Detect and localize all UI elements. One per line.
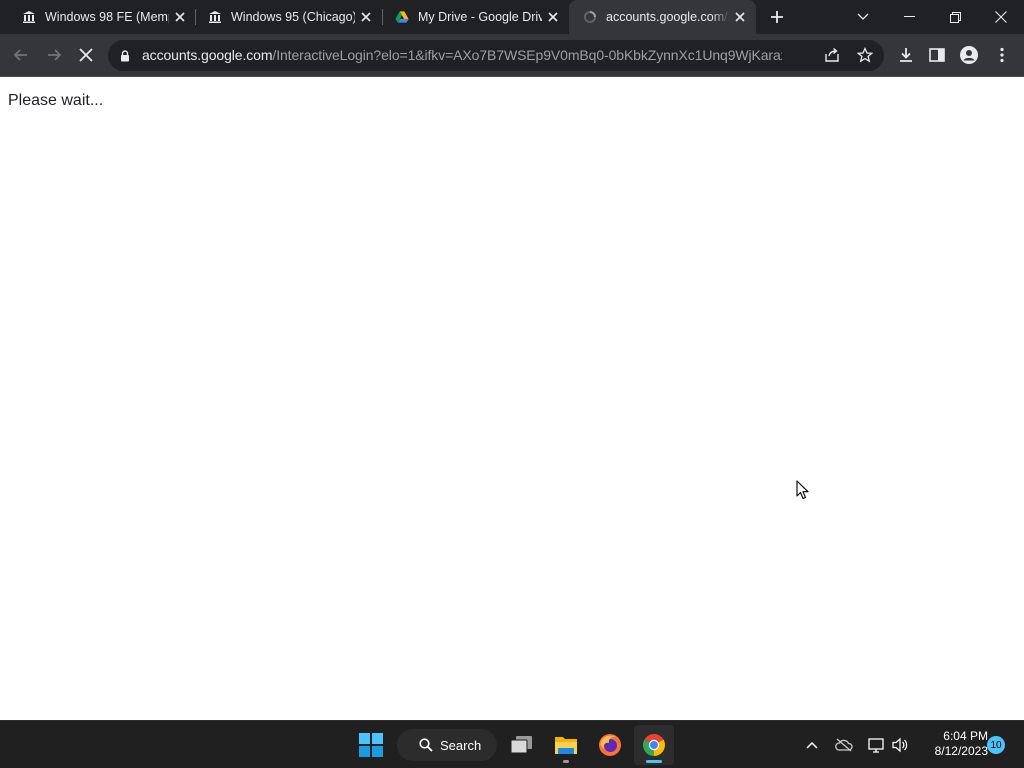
- close-tab-icon[interactable]: [732, 9, 748, 25]
- browser-toolbar: accounts.google.com/InteractiveLogin?elo…: [0, 34, 1024, 77]
- notification-badge[interactable]: 10: [987, 736, 1005, 754]
- taskbar-search[interactable]: Search: [397, 729, 497, 761]
- taskbar: Search: [0, 720, 1024, 768]
- tab-google-drive[interactable]: My Drive - Google Drive: [383, 0, 569, 34]
- minimize-button[interactable]: [886, 0, 932, 34]
- url-host: accounts.google.com: [142, 47, 273, 63]
- tab-accounts-google[interactable]: accounts.google.com/InteractiveLogin: [569, 0, 756, 34]
- minimize-icon: [903, 16, 915, 17]
- profile-button[interactable]: [956, 42, 982, 68]
- url-text: accounts.google.com/InteractiveLogin?elo…: [142, 47, 782, 63]
- back-button[interactable]: [8, 42, 34, 68]
- volume-icon[interactable]: [890, 735, 910, 755]
- windows-logo-icon: [359, 733, 383, 757]
- close-tab-icon[interactable]: [545, 9, 561, 25]
- avatar: [960, 46, 978, 64]
- mouse-cursor-icon: [796, 480, 810, 506]
- side-panel-icon: [929, 48, 945, 62]
- museum-icon: [22, 10, 36, 24]
- loading-icon: [583, 10, 597, 24]
- share-icon[interactable]: [824, 47, 840, 68]
- museum-icon: [208, 10, 222, 24]
- stop-button[interactable]: [73, 42, 99, 68]
- search-label: Search: [440, 737, 482, 753]
- firefox-icon: [599, 734, 621, 756]
- lock-icon: [120, 49, 130, 67]
- arrow-right-icon: [48, 49, 62, 61]
- close-icon: [79, 48, 93, 62]
- new-tab-button[interactable]: [764, 0, 790, 34]
- start-button[interactable]: [351, 725, 391, 765]
- side-panel-button[interactable]: [924, 42, 950, 68]
- tab-windows-95[interactable]: Windows 95 (Chicago): [196, 0, 382, 34]
- running-indicator: [563, 760, 569, 763]
- chevron-up-icon: [806, 741, 818, 749]
- forward-button[interactable]: [41, 42, 67, 68]
- close-tab-icon[interactable]: [358, 9, 374, 25]
- restore-button[interactable]: [932, 0, 978, 34]
- downloads-button[interactable]: [893, 42, 919, 68]
- folder-icon: [555, 737, 577, 754]
- tab-search-button[interactable]: [850, 0, 876, 34]
- chrome-button[interactable]: [634, 725, 674, 765]
- taskbar-clock[interactable]: 6:04 PM 8/12/2023: [916, 729, 988, 759]
- chrome-icon: [643, 734, 665, 756]
- network-icon[interactable]: [866, 735, 886, 755]
- download-icon: [900, 48, 912, 62]
- chevron-down-icon: [857, 13, 869, 20]
- tab-title: accounts.google.com/InteractiveLogin: [606, 10, 730, 24]
- close-icon: [995, 11, 1007, 23]
- tab-title: My Drive - Google Drive: [418, 10, 542, 24]
- close-window-button[interactable]: [978, 0, 1024, 34]
- clock-time: 6:04 PM: [943, 729, 988, 743]
- restore-icon: [949, 11, 961, 23]
- arrow-left-icon: [13, 49, 27, 61]
- file-explorer-button[interactable]: [546, 725, 586, 765]
- active-indicator: [646, 760, 662, 763]
- tab-title: Windows 95 (Chicago): [231, 10, 355, 24]
- url-path: /InteractiveLogin?elo=1&ifkv=AXo7B7WSEp9…: [272, 47, 782, 63]
- menu-button[interactable]: [989, 42, 1015, 68]
- plus-icon: [771, 11, 783, 23]
- show-hidden-icons-button[interactable]: [802, 735, 822, 755]
- address-bar[interactable]: accounts.google.com/InteractiveLogin?elo…: [108, 40, 884, 71]
- google-drive-icon: [395, 10, 409, 24]
- task-view-button[interactable]: [502, 725, 542, 765]
- please-wait-message: Please wait...: [8, 92, 104, 109]
- more-vertical-icon: [1000, 47, 1004, 63]
- tab-title: Windows 98 FE (Memphis): [45, 10, 169, 24]
- tab-strip: Windows 98 FE (Memphis) Windows 95 (Chic…: [0, 0, 1024, 34]
- clock-date: 8/12/2023: [934, 744, 988, 758]
- tab-windows-98[interactable]: Windows 98 FE (Memphis): [0, 0, 196, 34]
- task-view-icon: [510, 736, 532, 754]
- close-tab-icon[interactable]: [172, 9, 188, 25]
- star-icon[interactable]: [856, 46, 874, 68]
- onedrive-icon[interactable]: [834, 735, 854, 755]
- search-icon: [419, 738, 433, 752]
- firefox-button[interactable]: [590, 725, 630, 765]
